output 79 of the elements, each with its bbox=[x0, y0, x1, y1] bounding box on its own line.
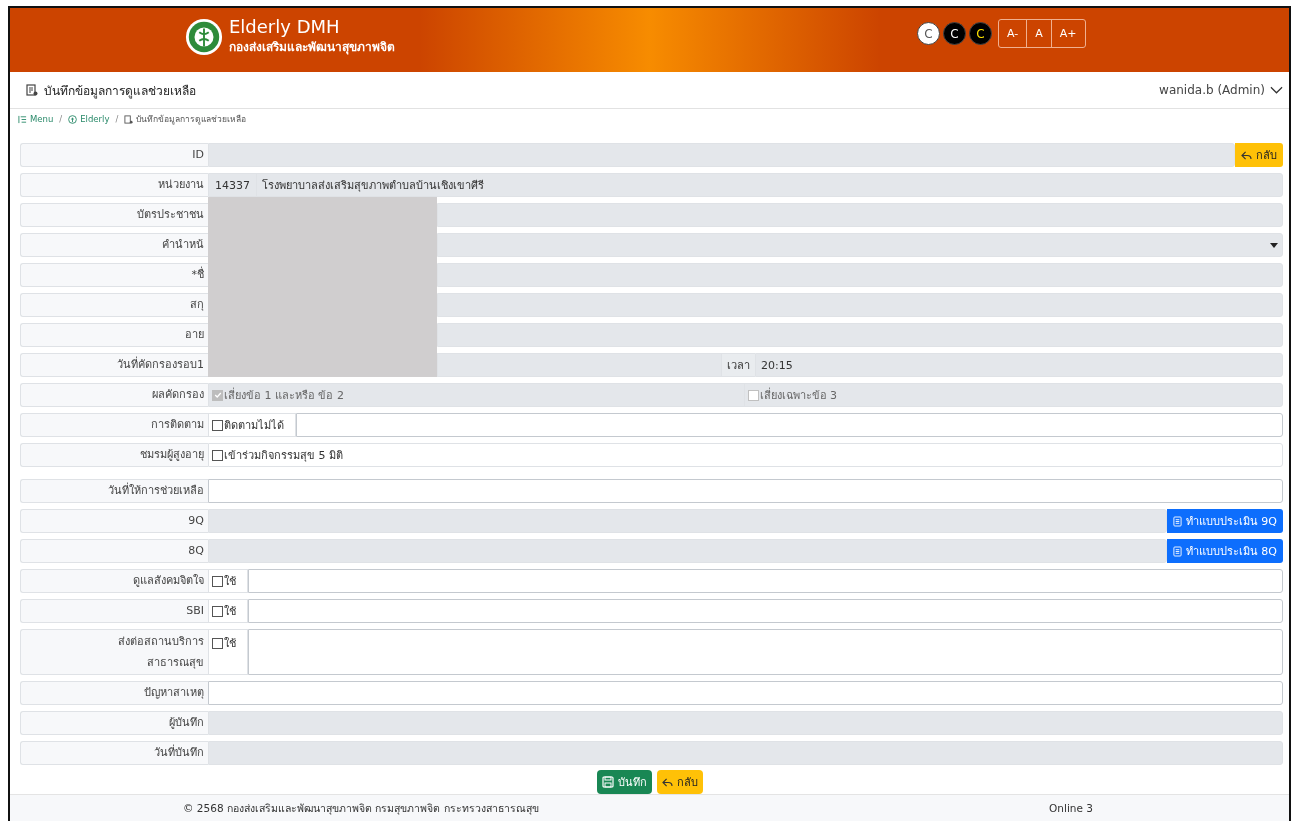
caret-icon bbox=[1270, 242, 1278, 248]
field-label: วันที่คัดกรองรอบ1 bbox=[20, 353, 208, 377]
field-label: การติดตาม bbox=[20, 413, 208, 437]
time-field[interactable]: 20:15 bbox=[755, 353, 1283, 377]
input-field[interactable] bbox=[208, 509, 1167, 533]
checkbox[interactable] bbox=[212, 575, 223, 587]
chevron-icon bbox=[1270, 86, 1283, 94]
checkbox[interactable] bbox=[212, 449, 223, 461]
contrast-button[interactable]: C bbox=[943, 22, 966, 45]
textarea-field[interactable] bbox=[248, 629, 1283, 675]
site-title: Elderly DMH bbox=[229, 15, 341, 38]
field-label: ดูแลสังคมจิตใจ bbox=[20, 569, 208, 593]
time-label: เวลา bbox=[722, 353, 755, 377]
checkbox[interactable] bbox=[212, 637, 223, 649]
breadcrumb-link[interactable]: Elderly bbox=[80, 114, 110, 124]
input-field[interactable] bbox=[437, 323, 1283, 347]
field-label: ส่งต่อสถานบริการสาธารณสุข bbox=[20, 629, 208, 675]
font-size-button[interactable]: A- bbox=[999, 20, 1027, 47]
input-field[interactable] bbox=[437, 293, 1283, 317]
input-field[interactable] bbox=[208, 711, 1283, 735]
input-field[interactable] bbox=[208, 479, 1283, 503]
contrast-button[interactable]: C bbox=[969, 22, 992, 45]
input-field[interactable] bbox=[208, 143, 1235, 167]
input-field[interactable] bbox=[248, 599, 1283, 623]
field-label: ผลคัดกรอง bbox=[20, 383, 208, 407]
breadcrumb-link[interactable]: Menu bbox=[30, 114, 54, 124]
field-label: ID bbox=[20, 143, 208, 167]
contrast-button[interactable]: C bbox=[917, 22, 940, 45]
date-field[interactable] bbox=[437, 353, 722, 377]
input-field[interactable] bbox=[208, 681, 1283, 705]
breadcrumb-separator: / bbox=[115, 114, 119, 124]
field-label: บัตรประชาชน bbox=[20, 203, 208, 227]
online-count: Online 3 bbox=[1049, 802, 1093, 814]
field-label: วันที่ให้การช่วยเหลือ bbox=[20, 479, 208, 503]
form-icon bbox=[1172, 545, 1182, 557]
breadcrumb-separator: / bbox=[59, 114, 63, 124]
field-label: *ชื่ bbox=[20, 263, 208, 287]
document-icon bbox=[124, 114, 134, 124]
input-field[interactable]: 14337 โรงพยาบาลส่งเสริมสุขภาพตำบลบ้านเชิงเขาศีรี bbox=[208, 173, 1283, 197]
field-label: อาย bbox=[20, 323, 208, 347]
input-field[interactable] bbox=[296, 413, 1283, 437]
row-button[interactable]: ทำแบบประเมิน 9Q bbox=[1166, 509, 1283, 533]
field-label: 9Q bbox=[20, 509, 208, 533]
input-field[interactable] bbox=[437, 203, 1283, 227]
save-icon bbox=[601, 776, 614, 788]
input-field[interactable] bbox=[208, 539, 1167, 563]
field-label: สกุ bbox=[20, 293, 208, 317]
action-button[interactable]: บันทึก bbox=[596, 770, 652, 794]
field-label: ผู้บันทึก bbox=[20, 711, 208, 735]
field-label: หน่วยงาน bbox=[20, 173, 208, 197]
checkbox-option[interactable]: เข้าร่วมกิจกรรมสุข 5 มิติ bbox=[212, 446, 351, 464]
site-subtitle: กองส่งเสริมและพัฒนาสุขภาพจิต bbox=[229, 38, 395, 56]
user-menu[interactable]: wanida.b (Admin) bbox=[1159, 83, 1283, 97]
font-size-button[interactable]: A+ bbox=[1050, 20, 1085, 47]
breadcrumb-link[interactable]: บันทึกข้อมูลการดูแลช่วยเหลือ bbox=[136, 112, 247, 126]
field-label: ปัญหาสาเหตุ bbox=[20, 681, 208, 705]
action-button[interactable]: กลับ bbox=[656, 770, 703, 794]
reply-icon bbox=[661, 777, 673, 787]
copyright-text: © 2568 กองส่งเสริมและพัฒนาสุขภาพจิต กรมสุขภาพจิต กระทรวงสาธารณสุข bbox=[183, 800, 539, 817]
document-icon bbox=[26, 84, 38, 96]
field-label: วันที่บันทึก bbox=[20, 741, 208, 765]
row-button[interactable]: ทำแบบประเมิน 8Q bbox=[1166, 539, 1283, 563]
input-field[interactable] bbox=[437, 263, 1283, 287]
list-icon bbox=[18, 114, 27, 124]
form-icon bbox=[1172, 515, 1182, 527]
select-field[interactable] bbox=[437, 233, 1283, 257]
field-label: SBI bbox=[20, 599, 208, 623]
input-field[interactable] bbox=[248, 569, 1283, 593]
reply-icon bbox=[1241, 150, 1252, 160]
checkbox[interactable] bbox=[212, 419, 223, 431]
field-label: คำนำหน้ bbox=[20, 233, 208, 257]
field-label: ชมรมผู้สูงอายุ bbox=[20, 443, 208, 467]
font-size-button[interactable]: A bbox=[1026, 20, 1051, 47]
field-label: 8Q bbox=[20, 539, 208, 563]
page-title: บันทึกข้อมูลการดูแลช่วยเหลือ bbox=[44, 82, 196, 100]
row-button[interactable]: กลับ bbox=[1235, 143, 1283, 167]
logo-icon bbox=[185, 18, 223, 56]
checkbox[interactable] bbox=[212, 605, 223, 617]
input-field[interactable] bbox=[208, 741, 1283, 765]
